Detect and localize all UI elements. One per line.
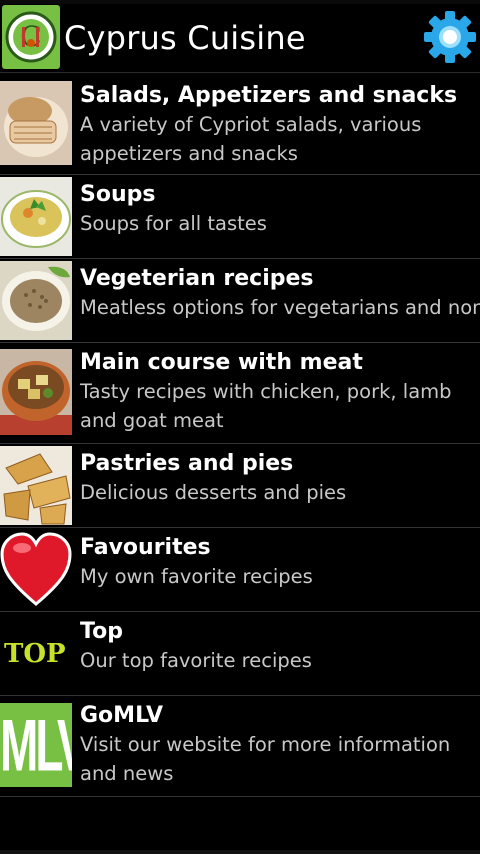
meat-dish-photo xyxy=(0,349,72,435)
app-logo-icon[interactable]: C xyxy=(2,5,60,69)
mlv-logo-text: MLV xyxy=(0,703,72,787)
pastries-photo xyxy=(0,446,72,525)
top-badge: TOP xyxy=(0,638,74,670)
list-item-vegetarian[interactable]: Vegeterian recipes Meatless options for … xyxy=(0,259,480,343)
item-title: GoMLV xyxy=(80,703,164,728)
list-item-favourites[interactable]: Favourites My own favorite recipes xyxy=(0,528,480,612)
item-title: Pastries and pies xyxy=(80,451,294,476)
item-subtitle: Soups for all tastes xyxy=(80,212,267,235)
item-title: Top xyxy=(80,619,123,644)
mlv-logo: MLV xyxy=(0,703,72,787)
salad-photo xyxy=(0,81,72,165)
app-title: Cyprus Cuisine xyxy=(64,19,306,57)
soup-photo xyxy=(0,177,72,256)
item-title: Soups xyxy=(80,182,156,207)
action-bar: C Cyprus Cuisine xyxy=(0,4,480,73)
item-title: Vegeterian recipes xyxy=(80,266,314,291)
vegetarian-photo xyxy=(0,261,72,340)
item-subtitle: Meatless options for vegetarians and non xyxy=(80,296,480,319)
list-item-main-course[interactable]: Main course with meat Tasty recipes with… xyxy=(0,343,480,444)
item-title: Favourites xyxy=(80,535,211,560)
item-subtitle: My own favorite recipes xyxy=(80,565,313,588)
item-title: Salads, Appetizers and snacks xyxy=(80,83,458,108)
list-item-soups[interactable]: Soups Soups for all tastes xyxy=(0,175,480,259)
item-title: Main course with meat xyxy=(80,350,363,375)
navigation-bar-edge xyxy=(0,850,480,854)
gear-icon[interactable] xyxy=(422,9,478,65)
item-subtitle: Our top favorite recipes xyxy=(80,649,312,672)
recipe-category-list: Salads, Appetizers and snacks A variety … xyxy=(0,73,480,797)
item-subtitle: Visit our website for more information a… xyxy=(80,733,451,785)
heart-icon xyxy=(0,530,72,609)
item-subtitle: Tasty recipes with chicken, pork, lamb a… xyxy=(80,380,452,432)
list-item-salads[interactable]: Salads, Appetizers and snacks A variety … xyxy=(0,73,480,175)
list-item-pastries[interactable]: Pastries and pies Delicious desserts and… xyxy=(0,444,480,528)
item-subtitle: Delicious desserts and pies xyxy=(80,481,347,504)
list-item-gomlv[interactable]: MLV GoMLV Visit our website for more inf… xyxy=(0,696,480,797)
list-item-top[interactable]: TOP Top Our top favorite recipes xyxy=(0,612,480,696)
top-badge-text: TOP xyxy=(4,639,66,669)
item-subtitle: A variety of Cypriot salads, various app… xyxy=(80,113,422,165)
